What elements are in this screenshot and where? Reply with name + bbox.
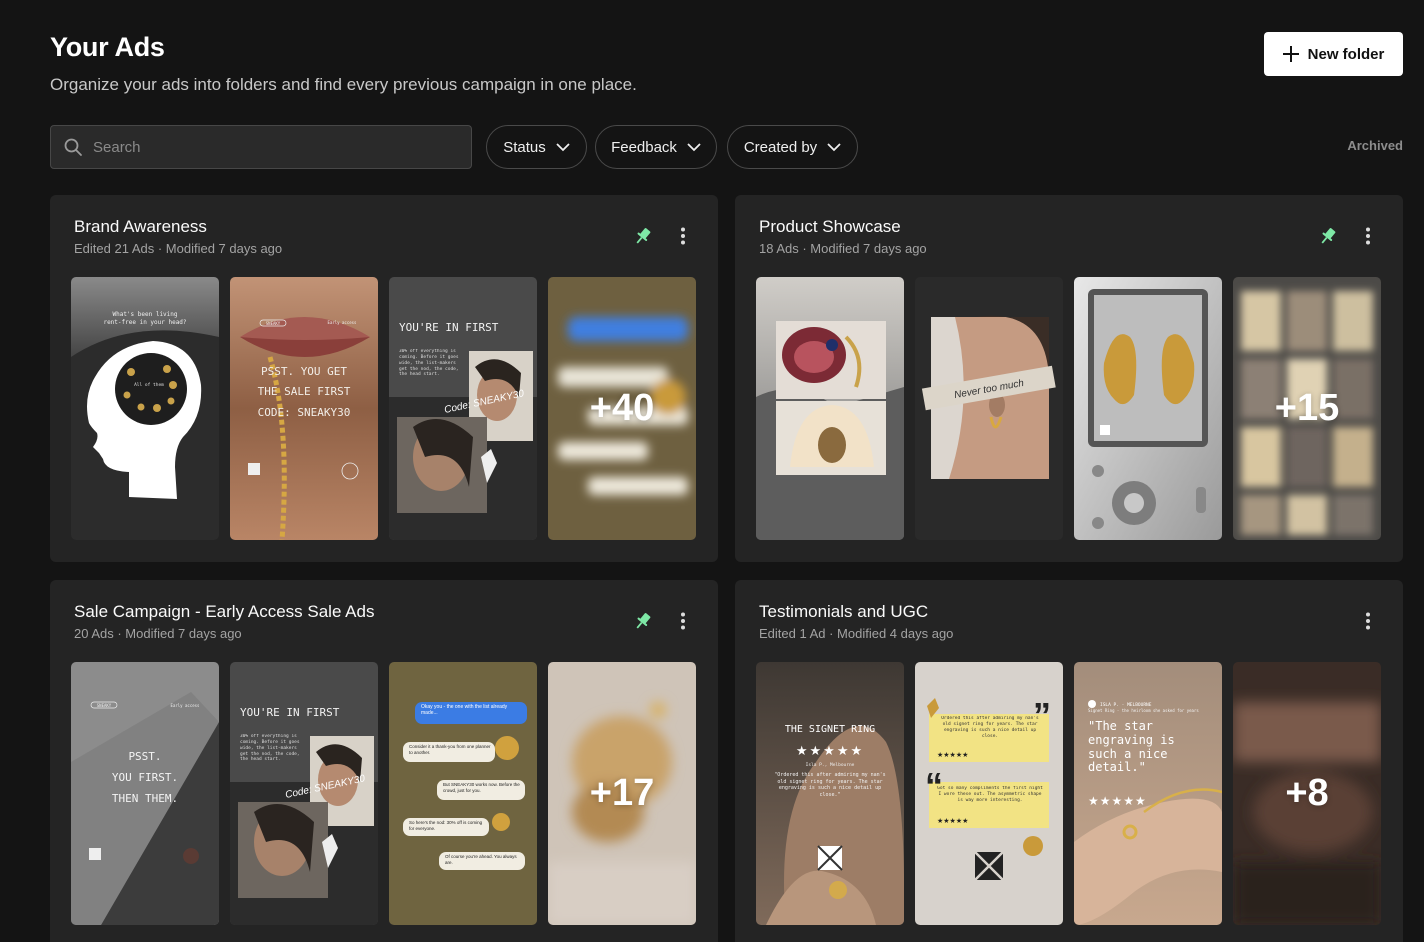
folder-meta: Edited 21 Ads · Modified 7 days ago: [74, 241, 283, 256]
folder-title: Testimonials and UGC: [759, 602, 929, 621]
ad-text: What's been living: [112, 311, 177, 318]
page-subtitle: Organize your ads into folders and find …: [50, 75, 637, 94]
ad-text: PSST.: [128, 750, 161, 763]
feedback-filter[interactable]: Feedback: [595, 125, 717, 169]
folder-title: Product Showcase: [759, 217, 901, 236]
ad-text: SNEAKY: [97, 703, 112, 708]
ad-thumbnail[interactable]: YOU'RE IN FIRST 30% off everything is co…: [230, 662, 378, 925]
ad-text: All of them: [134, 382, 164, 388]
more-ads-tile[interactable]: +15: [1233, 277, 1381, 540]
ad-thumbnail[interactable]: Okay you - the one with the list already…: [389, 662, 537, 925]
folder-card[interactable]: Brand Awareness Edited 21 Ads · Modified…: [50, 195, 718, 562]
folder-meta: Edited 1 Ad · Modified 4 days ago: [759, 626, 954, 641]
ad-text: 30% off everything is coming. Before it …: [240, 734, 300, 763]
svg-text:”: ”: [1033, 695, 1051, 736]
created-by-filter[interactable]: Created by: [727, 125, 858, 169]
more-ads-count: +8: [1285, 772, 1329, 814]
search-icon: [64, 138, 82, 156]
rating-stars: ★★★★★: [796, 743, 864, 758]
pin-icon[interactable]: [1318, 226, 1338, 246]
ad-text: Consider it a thank-you from one planner…: [409, 744, 491, 755]
ad-thumbnail[interactable]: SNEAKY Early access PSST. YOU FIRST. THE…: [71, 662, 219, 925]
ad-text: Early access: [171, 703, 200, 708]
more-options-icon[interactable]: [673, 611, 693, 631]
ad-text: THEN THEM.: [112, 792, 178, 805]
ad-thumbnail[interactable]: SNEAKY Early access PSST. YOU GET THE SA…: [230, 277, 378, 540]
rating-stars: ★★★★★: [937, 751, 968, 759]
more-ads-count: +40: [589, 387, 655, 429]
ad-thumbnail[interactable]: Ordered this after admiring my nan's old…: [915, 662, 1063, 925]
ad-text: Isla P., Melbourne: [806, 762, 855, 768]
status-filter-label: Status: [503, 138, 546, 156]
more-ads-count: +17: [589, 772, 655, 814]
folder-title: Brand Awareness: [74, 217, 207, 236]
ad-thumbnail[interactable]: [756, 277, 904, 540]
folder-card[interactable]: Testimonials and UGC Edited 1 Ad · Modif…: [735, 580, 1403, 942]
ad-text: YOU FIRST.: [112, 771, 178, 784]
search-input[interactable]: [93, 138, 453, 156]
more-ads-tile[interactable]: +17: [548, 662, 696, 925]
ad-text: THE SIGNET RING: [785, 724, 875, 735]
more-ads-count: +15: [1274, 387, 1340, 429]
ad-thumbnail[interactable]: YOU'RE IN FIRST 30% off everything is co…: [389, 277, 537, 540]
ad-text: Ordered this after admiring my nan's old…: [941, 716, 1039, 739]
ad-thumbnails: SNEAKY Early access PSST. YOU FIRST. THE…: [71, 662, 697, 925]
ad-text: Got so many compliments the first night …: [937, 786, 1043, 803]
folder-title: Sale Campaign - Early Access Sale Ads: [74, 602, 375, 621]
more-options-icon[interactable]: [673, 226, 693, 246]
ad-thumbnail[interactable]: What's been living rent-free in your hea…: [71, 277, 219, 540]
folder-card[interactable]: Product Showcase 18 Ads · Modified 7 day…: [735, 195, 1403, 562]
more-options-icon[interactable]: [1358, 226, 1378, 246]
ad-text: Of course you're ahead. You always are.: [445, 854, 517, 865]
chevron-down-icon: [827, 142, 841, 151]
pin-icon[interactable]: [633, 226, 653, 246]
ad-text: YOU'RE IN FIRST: [399, 321, 499, 334]
folder-card[interactable]: Sale Campaign - Early Access Sale Ads 20…: [50, 580, 718, 942]
ad-thumbnail[interactable]: THE SIGNET RING ★★★★★ Isla P., Melbourne…: [756, 662, 904, 925]
ad-text: Early access: [328, 320, 357, 325]
page-title: Your Ads: [50, 32, 165, 62]
ad-thumbnail[interactable]: ISLA P. · MELBOURNE Signet Ring - the he…: [1074, 662, 1222, 925]
ad-text: 30% off everything is coming. Before it …: [399, 349, 459, 378]
ad-text: So here's the nod: 30% off is coming for…: [409, 820, 483, 831]
more-ads-tile[interactable]: +8: [1233, 662, 1381, 925]
pin-icon[interactable]: [633, 611, 653, 631]
plus-icon: [1282, 46, 1299, 62]
created-by-filter-label: Created by: [743, 138, 818, 156]
chevron-down-icon: [687, 142, 701, 151]
ad-text: THE SALE FIRST: [258, 385, 351, 398]
status-filter[interactable]: Status: [486, 125, 587, 169]
rating-stars: ★★★★★: [1088, 794, 1147, 808]
ad-text: Signet Ring - the heirloom she asked for…: [1088, 708, 1199, 713]
ad-thumbnails: What's been living rent-free in your hea…: [71, 277, 697, 540]
chevron-down-icon: [556, 142, 570, 151]
rating-stars: ★★★★★: [937, 817, 968, 825]
ad-thumbnails: Never too much +15: [756, 277, 1382, 540]
folder-meta: 18 Ads · Modified 7 days ago: [759, 241, 927, 256]
new-folder-button[interactable]: New folder: [1264, 32, 1403, 76]
more-ads-tile[interactable]: +40: [548, 277, 696, 540]
more-options-icon[interactable]: [1358, 611, 1378, 631]
archived-link[interactable]: Archived: [1347, 138, 1403, 153]
search-bar[interactable]: [50, 125, 472, 169]
new-folder-label: New folder: [1307, 45, 1385, 63]
ad-thumbnails: THE SIGNET RING ★★★★★ Isla P., Melbourne…: [756, 662, 1382, 925]
ad-thumbnail[interactable]: Never too much: [915, 277, 1063, 540]
ad-text: SNEAKY: [266, 321, 281, 326]
feedback-filter-label: Feedback: [611, 138, 677, 156]
ad-text: YOU'RE IN FIRST: [240, 706, 340, 719]
ad-text: "The star engraving is such a nice detai…: [1088, 720, 1175, 775]
ad-text: rent-free in your head?: [103, 319, 186, 326]
page-header: Your Ads Organize your ads into folders …: [50, 32, 637, 95]
ad-text: Okay you - the one with the list already…: [421, 704, 508, 717]
ad-text: "Ordered this after admiring my nan's ol…: [774, 772, 886, 798]
folder-meta: 20 Ads · Modified 7 days ago: [74, 626, 242, 641]
ad-text: PSST. YOU GET: [261, 365, 347, 378]
ad-thumbnail[interactable]: [1074, 277, 1222, 540]
ad-text: But SNEAKY30 works now. Before the crowd…: [443, 782, 520, 793]
ad-text: CODE: SNEAKY30: [258, 406, 351, 419]
